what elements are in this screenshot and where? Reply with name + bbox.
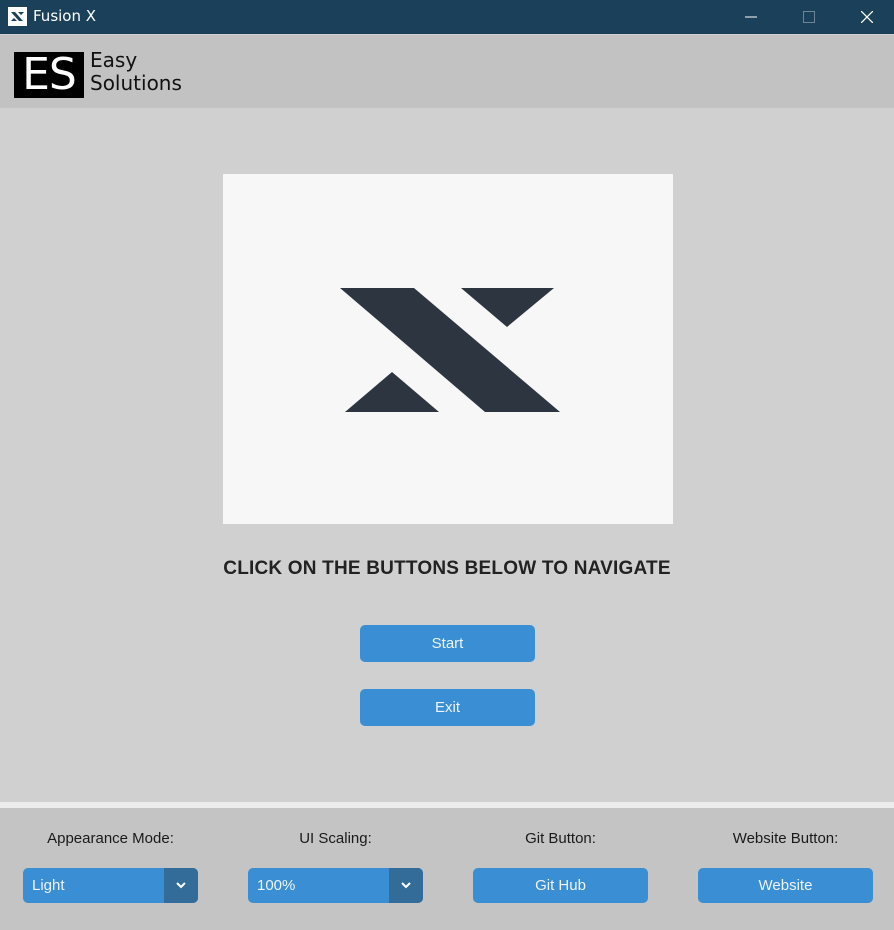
title-bar: Fusion X (0, 0, 894, 34)
fusion-x-logo-icon (340, 288, 560, 412)
ui-scaling-value: 100% (257, 877, 296, 894)
minimize-button[interactable] (722, 0, 780, 34)
maximize-icon (803, 11, 815, 23)
window-title: Fusion X (33, 7, 97, 25)
instruction-heading: CLICK ON THE BUTTONS BELOW TO NAVIGATE (223, 558, 671, 579)
appearance-mode-label: Appearance Mode: (47, 830, 174, 847)
close-button[interactable] (838, 0, 894, 34)
website-button-label: Website Button: (732, 830, 839, 847)
maximize-button[interactable] (780, 0, 838, 34)
git-button-label: Git Button: (525, 830, 596, 847)
es-logo: ES (14, 52, 84, 98)
hero-image (223, 174, 673, 524)
scaling-dropdown-button[interactable] (389, 868, 423, 903)
header-bar: ES Easy Solutions (0, 35, 894, 108)
app-logo-icon (8, 7, 27, 26)
minimize-icon (745, 16, 757, 18)
company-name-line2: Solutions (90, 71, 182, 95)
company-name-line1: Easy (90, 48, 138, 72)
git-hub-button[interactable]: Git Hub (473, 868, 648, 903)
appearance-mode-value: Light (32, 877, 65, 894)
chevron-down-icon (401, 882, 411, 889)
appearance-mode-select[interactable]: Light (23, 868, 198, 903)
chevron-down-icon (176, 882, 186, 889)
settings-footer: Appearance Mode: Light UI Scaling: 100% … (0, 808, 894, 930)
start-button[interactable]: Start (360, 625, 535, 662)
ui-scaling-select[interactable]: 100% (248, 868, 423, 903)
exit-button[interactable]: Exit (360, 689, 535, 726)
appearance-dropdown-button[interactable] (164, 868, 198, 903)
website-button[interactable]: Website (698, 868, 873, 903)
ui-scaling-label: UI Scaling: (299, 830, 372, 847)
main-panel: CLICK ON THE BUTTONS BELOW TO NAVIGATE S… (0, 108, 894, 802)
company-name: Easy Solutions (90, 49, 182, 95)
close-icon (861, 11, 873, 23)
